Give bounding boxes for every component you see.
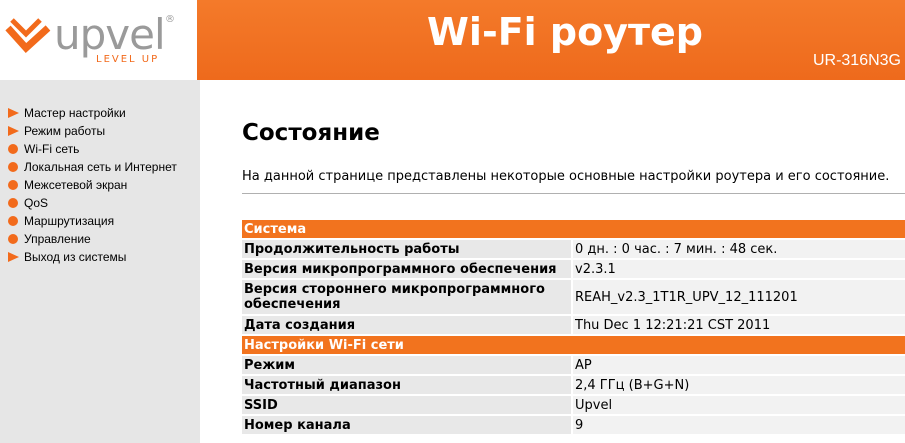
section-title: Система: [242, 220, 905, 240]
section-header-system: Система: [242, 220, 905, 240]
status-table: Система Продолжительность работы 0 дн. :…: [242, 220, 905, 436]
section-title: Настройки Wi-Fi сети: [242, 335, 905, 356]
row-value: REAH_v2.3_1T1R_UPV_12_111201: [572, 279, 905, 316]
dot-icon: [8, 216, 18, 226]
section-header-wifi: Настройки Wi-Fi сети: [242, 335, 905, 356]
logo-text: upvel: [54, 10, 166, 59]
row-value: 0 дн. : 0 час. : 7 мин. : 48 сек.: [572, 239, 905, 260]
table-row: Продолжительность работы 0 дн. : 0 час. …: [242, 239, 905, 260]
row-label: Дата создания: [242, 315, 573, 336]
triangle-icon: [8, 252, 19, 262]
row-value: 2,4 ГГц (B+G+N): [572, 375, 905, 396]
row-label: Версия стороннего микропрограммного обес…: [242, 279, 573, 316]
sidebar-item-lan-internet[interactable]: Локальная сеть и Интернет: [8, 158, 177, 176]
page-title: Состояние: [242, 120, 380, 146]
header-title: Wi-Fi роутер: [427, 10, 704, 54]
sidebar-item-firewall[interactable]: Межсетевой экран: [8, 176, 177, 194]
row-value: v2.3.1: [572, 259, 905, 280]
sidebar-item-label: Wi-Fi сеть: [24, 142, 80, 156]
upvel-chevron-icon: [5, 18, 51, 53]
table-row: SSID Upvel: [242, 395, 905, 416]
sidebar-item-label: Локальная сеть и Интернет: [24, 160, 177, 174]
row-label: Версия микропрограммного обеспечения: [242, 259, 573, 280]
page-description: На данной странице представлены некоторы…: [242, 169, 890, 184]
logo-tagline: LEVEL UP: [96, 54, 160, 65]
sidebar-item-routing[interactable]: Маршрутизация: [8, 212, 177, 230]
router-model: UR-316N3G: [812, 52, 901, 69]
sidebar-item-label: Межсетевой экран: [24, 178, 128, 192]
table-row: Версия стороннего микропрограммного обес…: [242, 279, 905, 316]
table-row: Версия микропрограммного обеспечения v2.…: [242, 259, 905, 280]
sidebar-item-label: Выход из системы: [24, 250, 127, 264]
row-label: Продолжительность работы: [242, 239, 573, 260]
sidebar-item-management[interactable]: Управление: [8, 230, 177, 248]
triangle-icon: [8, 108, 19, 118]
logo: upvel ® LEVEL UP: [0, 0, 197, 78]
sidebar-item-label: Режим работы: [24, 124, 106, 138]
sidebar-item-label: QoS: [24, 196, 49, 210]
row-label: Режим: [242, 355, 573, 376]
triangle-icon: [8, 126, 19, 136]
sidebar-nav: Мастер настройки Режим работы Wi-Fi сеть…: [8, 104, 177, 266]
sidebar-item-qos[interactable]: QoS: [8, 194, 177, 212]
dot-icon: [8, 198, 18, 208]
dot-icon: [8, 144, 18, 154]
table-row: Дата создания Thu Dec 1 12:21:21 CST 201…: [242, 315, 905, 336]
row-label: SSID: [242, 395, 573, 416]
sidebar-item-setup-wizard[interactable]: Мастер настройки: [8, 104, 177, 122]
sidebar-item-label: Управление: [24, 232, 91, 246]
table-row: Частотный диапазон 2,4 ГГц (B+G+N): [242, 375, 905, 396]
row-value: AP: [572, 355, 905, 376]
dot-icon: [8, 234, 18, 244]
table-row: Режим AP: [242, 355, 905, 376]
sidebar: Мастер настройки Режим работы Wi-Fi сеть…: [0, 80, 200, 443]
header-banner: Wi-Fi роутер UR-316N3G: [197, 0, 905, 80]
row-label: Номер канала: [242, 415, 573, 436]
sidebar-item-logout[interactable]: Выход из системы: [8, 248, 177, 266]
divider: [242, 193, 905, 194]
sidebar-item-operation-mode[interactable]: Режим работы: [8, 122, 177, 140]
row-label: Частотный диапазон: [242, 375, 573, 396]
row-value: Thu Dec 1 12:21:21 CST 2011: [572, 315, 905, 336]
registered-mark: ®: [165, 14, 175, 25]
row-value: Upvel: [572, 395, 905, 416]
sidebar-item-label: Мастер настройки: [24, 106, 126, 120]
main-content: Состояние На данной странице представлен…: [200, 80, 905, 443]
dot-icon: [8, 180, 18, 190]
sidebar-item-wifi[interactable]: Wi-Fi сеть: [8, 140, 177, 158]
table-row: Номер канала 9: [242, 415, 905, 436]
row-value: 9: [572, 415, 905, 436]
sidebar-item-label: Маршрутизация: [24, 214, 115, 228]
dot-icon: [8, 162, 18, 172]
